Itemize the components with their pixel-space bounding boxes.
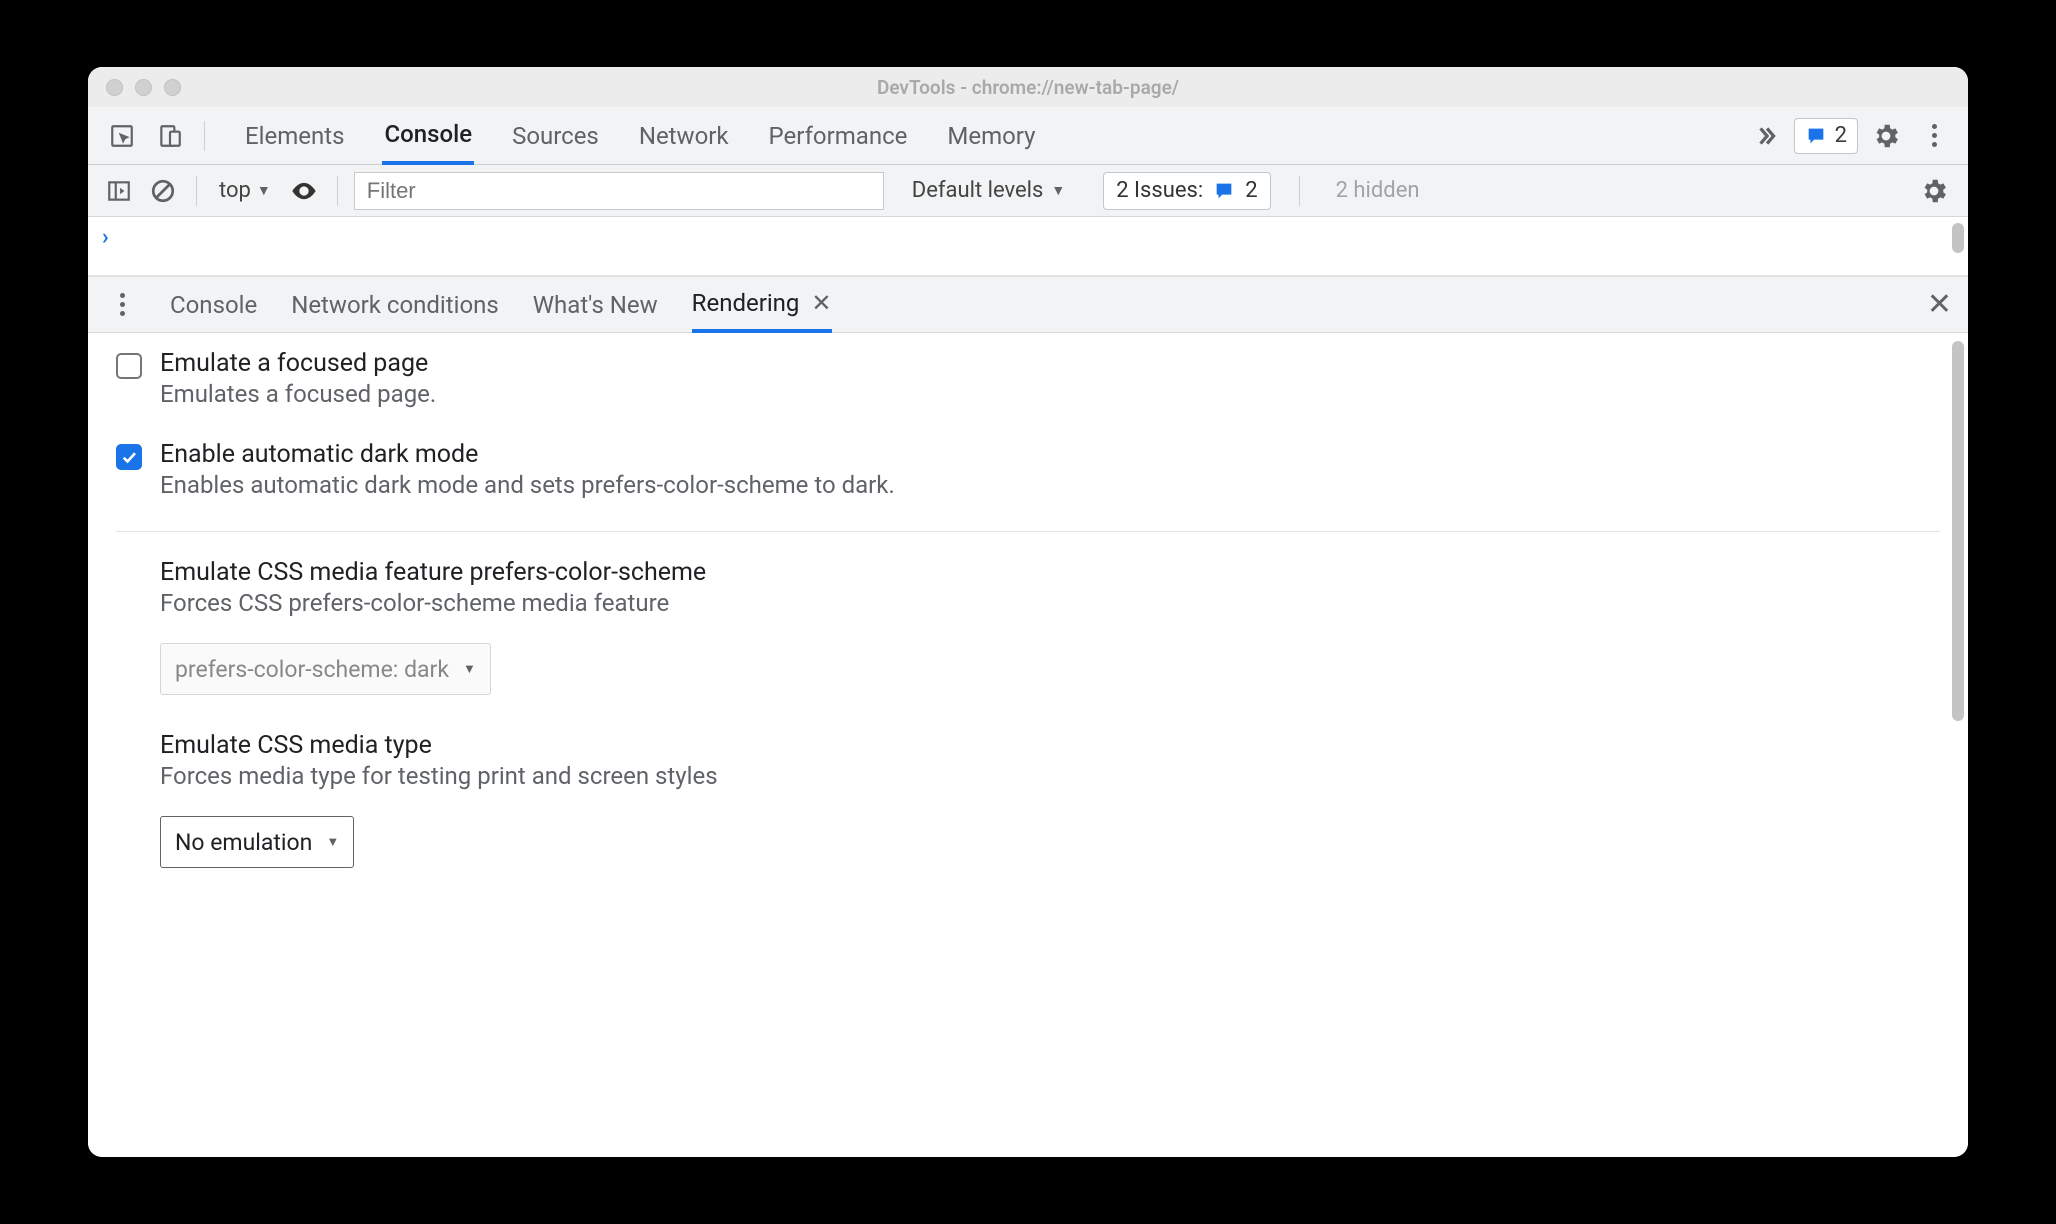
divider	[204, 121, 205, 151]
inspect-element-icon[interactable]	[102, 116, 142, 156]
divider	[196, 176, 197, 206]
live-expression-icon[interactable]	[287, 174, 321, 208]
option-title: Enable automatic dark mode	[160, 440, 895, 469]
issues-count: 2	[1245, 178, 1257, 203]
rendering-panel: Emulate a focused page Emulates a focuse…	[88, 333, 1968, 1157]
device-toolbar-icon[interactable]	[150, 116, 190, 156]
close-traffic-light[interactable]	[106, 79, 123, 96]
context-label: top	[219, 178, 251, 203]
section-desc: Forces media type for testing print and …	[160, 762, 1940, 790]
more-tabs-icon[interactable]	[1746, 116, 1786, 156]
more-menu-icon[interactable]	[1914, 116, 1954, 156]
minimize-traffic-light[interactable]	[135, 79, 152, 96]
issues-badge-count: 2	[1835, 123, 1847, 148]
section-title: Emulate CSS media type	[160, 731, 1940, 760]
divider	[1299, 176, 1300, 206]
chevron-down-icon: ▼	[463, 661, 476, 677]
option-emulate-focused-page: Emulate a focused page Emulates a focuse…	[116, 349, 1940, 408]
traffic-lights	[106, 79, 181, 96]
scrollbar[interactable]	[1952, 223, 1964, 253]
prompt-chevron-icon: ›	[102, 225, 109, 250]
log-levels-selector[interactable]: Default levels ▼	[912, 178, 1065, 203]
checkbox-enable-dark-mode[interactable]	[116, 444, 142, 470]
tab-performance[interactable]: Performance	[767, 107, 910, 165]
tab-elements[interactable]: Elements	[243, 107, 346, 165]
select-value: prefers-color-scheme: dark	[175, 656, 449, 683]
drawer-tab-label: Rendering	[692, 289, 800, 317]
chevron-down-icon: ▼	[326, 834, 339, 850]
drawer-tab-rendering[interactable]: Rendering ✕	[692, 277, 832, 333]
tab-sources[interactable]: Sources	[510, 107, 601, 165]
console-settings-icon[interactable]	[1914, 171, 1954, 211]
section-media-type: Emulate CSS media type Forces media type…	[160, 731, 1940, 868]
section-prefers-color-scheme: Emulate CSS media feature prefers-color-…	[160, 558, 1940, 695]
drawer-tab-whats-new[interactable]: What's New	[533, 277, 658, 333]
filter-input[interactable]	[354, 172, 884, 210]
option-title: Emulate a focused page	[160, 349, 436, 378]
drawer-more-icon[interactable]	[102, 285, 142, 325]
tab-console[interactable]: Console	[382, 107, 474, 165]
zoom-traffic-light[interactable]	[164, 79, 181, 96]
scrollbar[interactable]	[1952, 341, 1964, 721]
main-tabstrip: Elements Console Sources Network Perform…	[88, 107, 1968, 165]
divider	[116, 531, 1940, 532]
issues-label: 2 Issues:	[1116, 178, 1203, 203]
context-selector[interactable]: top ▼	[213, 178, 277, 203]
panel-tabs: Elements Console Sources Network Perform…	[243, 107, 1038, 165]
tab-memory[interactable]: Memory	[945, 107, 1037, 165]
drawer-tab-console[interactable]: Console	[170, 277, 257, 333]
titlebar: DevTools - chrome://new-tab-page/	[88, 67, 1968, 107]
option-desc: Enables automatic dark mode and sets pre…	[160, 471, 895, 499]
select-value: No emulation	[175, 829, 312, 856]
drawer-tab-network-conditions[interactable]: Network conditions	[291, 277, 499, 333]
drawer-close-icon[interactable]: ✕	[1927, 290, 1952, 320]
chevron-down-icon: ▼	[1051, 182, 1065, 199]
clear-console-icon[interactable]	[146, 174, 180, 208]
devtools-window: DevTools - chrome://new-tab-page/ Elemen…	[88, 67, 1968, 1157]
settings-icon[interactable]	[1866, 116, 1906, 156]
issues-box[interactable]: 2 Issues: 2	[1103, 172, 1270, 210]
option-desc: Emulates a focused page.	[160, 380, 436, 408]
select-media-type[interactable]: No emulation ▼	[160, 816, 354, 868]
option-enable-dark-mode: Enable automatic dark mode Enables autom…	[116, 440, 1940, 499]
drawer-tabstrip: Console Network conditions What's New Re…	[88, 277, 1968, 333]
close-icon[interactable]: ✕	[811, 289, 831, 317]
divider	[337, 176, 338, 206]
console-toolbar: top ▼ Default levels ▼ 2 Issues: 2 2 hid…	[88, 165, 1968, 217]
checkbox-emulate-focused-page[interactable]	[116, 353, 142, 379]
hidden-count: 2 hidden	[1336, 178, 1420, 203]
window-title: DevTools - chrome://new-tab-page/	[88, 76, 1968, 99]
tab-network[interactable]: Network	[637, 107, 731, 165]
toggle-sidebar-icon[interactable]	[102, 174, 136, 208]
section-desc: Forces CSS prefers-color-scheme media fe…	[160, 589, 1940, 617]
section-title: Emulate CSS media feature prefers-color-…	[160, 558, 1940, 587]
select-prefers-color-scheme[interactable]: prefers-color-scheme: dark ▼	[160, 643, 491, 695]
issues-badge[interactable]: 2	[1794, 118, 1858, 154]
levels-label: Default levels	[912, 178, 1044, 203]
chevron-down-icon: ▼	[257, 182, 271, 199]
console-prompt-area[interactable]: ›	[88, 217, 1968, 277]
